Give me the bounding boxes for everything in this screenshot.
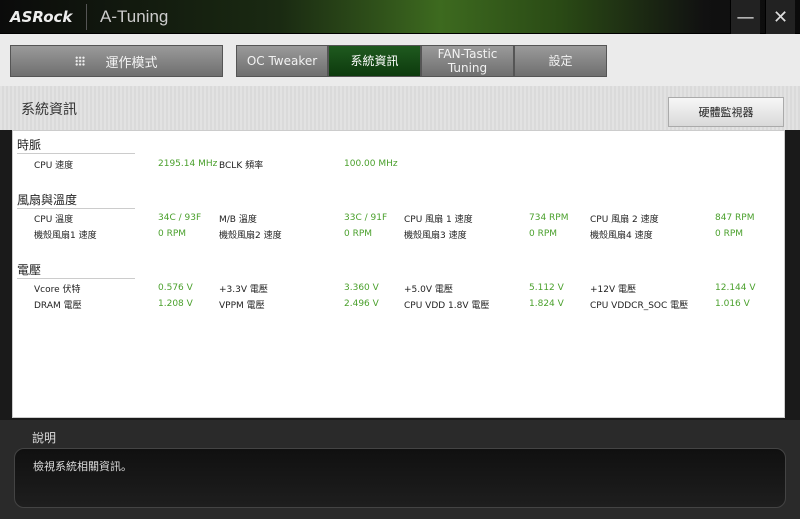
vppm-value: 2.496 V [344, 299, 379, 309]
cpu-fan1-label: CPU 風扇 1 速度 [404, 215, 473, 225]
cpu-vddcr-soc-value: 1.016 V [715, 299, 750, 309]
cpu-speed-label: CPU 速度 [34, 161, 74, 171]
chassis-fan1-value: 0 RPM [158, 229, 187, 239]
cpu-temp-value: 34C / 93F [158, 213, 202, 223]
vppm-label: VPPM 電壓 [219, 301, 265, 311]
help-text: 檢視系統相關資訊。 [33, 460, 132, 473]
tab-system-info-label: 系統資訊 [350, 54, 399, 68]
section-divider [17, 153, 135, 154]
mb-temp-label: M/B 溫度 [219, 215, 257, 225]
help-panel: 說明 檢視系統相關資訊。 [0, 420, 800, 519]
tab-oc-tweaker-label: OC Tweaker [246, 54, 318, 68]
section-divider [17, 278, 135, 279]
bclk-label: BCLK 頻率 [219, 161, 264, 171]
close-button[interactable]: ✕ [765, 0, 795, 34]
dram-voltage-label: DRAM 電壓 [34, 301, 82, 311]
v33-value: 3.360 V [344, 283, 379, 293]
grid-icon [75, 56, 86, 66]
chassis-fan2-label: 機殼風扇2 速度 [219, 231, 282, 241]
v33-label: +3.3V 電壓 [219, 285, 268, 295]
vcore-value: 0.576 V [158, 283, 193, 293]
title-separator [86, 4, 87, 30]
vcore-label: Vcore 伏特 [34, 285, 81, 295]
chassis-fan2-value: 0 RPM [344, 229, 373, 239]
dram-voltage-value: 1.208 V [158, 299, 193, 309]
section-title-voltage: 電壓 [17, 263, 42, 277]
mb-temp-value: 33C / 91F [344, 213, 388, 223]
section-title-clock: 時脈 [17, 138, 42, 152]
v12-value: 12.144 V [715, 283, 756, 293]
chassis-fan4-label: 機殼風扇4 速度 [590, 231, 653, 241]
cpu-vdd-label: CPU VDD 1.8V 電壓 [404, 301, 490, 311]
tab-fan-tastic-label-2: Tuning [447, 61, 488, 75]
cpu-temp-label: CPU 溫度 [34, 215, 74, 225]
tab-settings[interactable]: 設定 [514, 45, 607, 77]
v50-value: 5.112 V [529, 283, 564, 293]
section-divider [17, 208, 135, 209]
app-title: A-Tuning [100, 7, 169, 26]
page-title: 系統資訊 [21, 102, 77, 118]
cpu-speed-value: 2195.14 MHz [158, 159, 218, 169]
operation-mode-label: 運作模式 [105, 55, 158, 71]
tab-fan-tastic-label-1: FAN-Tastic [437, 47, 498, 61]
v12-label: +12V 電壓 [590, 285, 637, 295]
tab-bar: 運作模式 OC Tweaker 系統資訊 FAN-Tastic Tuning 設… [0, 34, 800, 86]
chassis-fan3-label: 機殼風扇3 速度 [404, 231, 467, 241]
help-box: 檢視系統相關資訊。 [14, 448, 786, 508]
tab-fan-tastic[interactable]: FAN-Tastic Tuning [421, 45, 514, 77]
minimize-button[interactable]: — [730, 0, 760, 34]
section-title-fans-temps: 風扇與溫度 [17, 193, 78, 207]
chassis-fan1-label: 機殼風扇1 速度 [34, 231, 97, 241]
operation-mode-button[interactable]: 運作模式 [10, 45, 223, 77]
cpu-fan1-value: 734 RPM [529, 213, 569, 223]
tab-settings-label: 設定 [548, 54, 573, 68]
chassis-fan3-value: 0 RPM [529, 229, 558, 239]
cpu-vddcr-soc-label: CPU VDDCR_SOC 電壓 [590, 301, 689, 311]
main-tabs: OC Tweaker 系統資訊 FAN-Tastic Tuning 設定 [236, 45, 607, 77]
v50-label: +5.0V 電壓 [404, 285, 453, 295]
page-header: 系統資訊 硬體監視器 [0, 86, 800, 130]
cpu-fan2-label: CPU 風扇 2 速度 [590, 215, 659, 225]
system-info-panel: 時脈 CPU 速度 2195.14 MHz BCLK 頻率 100.00 MHz… [12, 130, 785, 418]
asrock-logo: ASRock [10, 8, 73, 26]
help-title: 說明 [32, 431, 57, 445]
hardware-monitor-button[interactable]: 硬體監視器 [668, 97, 784, 127]
tab-system-info[interactable]: 系統資訊 [328, 45, 421, 77]
tab-oc-tweaker[interactable]: OC Tweaker [236, 45, 328, 77]
cpu-vdd-value: 1.824 V [529, 299, 564, 309]
chassis-fan4-value: 0 RPM [715, 229, 744, 239]
title-bar: ASRock A-Tuning — ✕ [0, 0, 800, 34]
bclk-value: 100.00 MHz [344, 159, 398, 169]
cpu-fan2-value: 847 RPM [715, 213, 755, 223]
